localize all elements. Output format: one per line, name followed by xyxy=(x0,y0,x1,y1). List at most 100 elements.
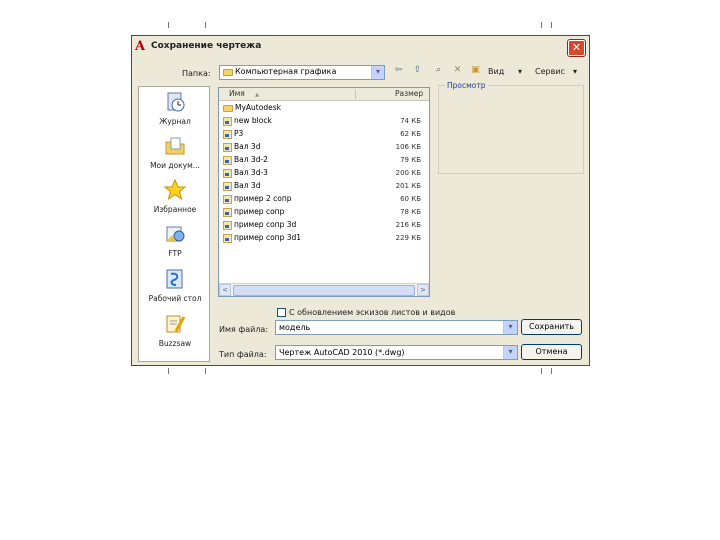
save-drawing-dialog: A Сохранение чертежа ✕ Папка: Компьютерн… xyxy=(131,35,590,366)
slide-tick xyxy=(168,22,169,28)
place-desktop[interactable]: Рабочий стол xyxy=(139,268,211,303)
scroll-thumb[interactable] xyxy=(233,285,415,296)
file-name: Вал 3d-2 xyxy=(234,155,268,164)
list-item[interactable]: Вал 3d-3 200 КБ xyxy=(221,167,427,180)
list-item[interactable]: пример 2 сопр 60 КБ xyxy=(221,193,427,206)
place-label: Рабочий стол xyxy=(148,294,202,303)
folder-icon xyxy=(223,104,233,112)
update-thumbnails-label: С обновлением эскизов листов и видов xyxy=(289,308,456,317)
slide-tick xyxy=(551,22,552,28)
file-name: Вал 3d xyxy=(234,181,261,190)
dwg-file-icon xyxy=(223,129,232,139)
dwg-file-icon xyxy=(223,155,232,165)
list-item[interactable]: MyAutodesk xyxy=(221,102,427,115)
file-name: MyAutodesk xyxy=(235,103,281,112)
tools-menu[interactable]: Сервис xyxy=(535,67,565,76)
views-menu[interactable]: Вид xyxy=(488,67,504,76)
column-header-name[interactable]: Имя ▲ xyxy=(229,89,259,98)
horizontal-scrollbar[interactable]: < > xyxy=(219,283,429,296)
folder-label: Папка: xyxy=(182,69,211,78)
file-size: 201 КБ xyxy=(395,182,421,190)
place-my-documents[interactable]: Мои докум... xyxy=(139,135,211,170)
place-buzzsaw[interactable]: Buzzsaw xyxy=(139,313,211,348)
dwg-file-icon xyxy=(223,207,232,217)
file-size: 60 КБ xyxy=(400,195,421,203)
file-size: 229 КБ xyxy=(395,234,421,242)
dwg-file-icon xyxy=(223,233,232,243)
place-label: Мои докум... xyxy=(150,161,200,170)
column-header-size[interactable]: Размер xyxy=(395,89,423,98)
dwg-file-icon xyxy=(223,220,232,230)
place-label: Избранное xyxy=(153,205,197,214)
update-thumbnails-checkbox[interactable] xyxy=(277,308,286,317)
list-item[interactable]: пример сопр 78 КБ xyxy=(221,206,427,219)
dwg-file-icon xyxy=(223,116,232,126)
list-item[interactable]: Вал 3d 201 КБ xyxy=(221,180,427,193)
views-dropdown-icon[interactable]: ▾ xyxy=(518,67,522,76)
scroll-right-button[interactable]: > xyxy=(417,284,429,296)
file-name: P3 xyxy=(234,129,244,138)
file-name: пример сопр 3d xyxy=(234,220,297,229)
tools-dropdown-icon[interactable]: ▾ xyxy=(573,67,577,76)
file-list[interactable]: Имя ▲ Размер MyAutodesk new block 74 КБ P… xyxy=(218,87,430,297)
autocad-app-icon: A xyxy=(135,39,146,54)
file-list-header: Имя ▲ Размер xyxy=(219,88,429,101)
folder-icon xyxy=(223,69,233,76)
dwg-file-icon xyxy=(223,142,232,152)
slide-tick xyxy=(205,368,206,374)
save-button[interactable]: Сохранить xyxy=(521,319,582,335)
place-ftp[interactable]: FTP xyxy=(139,223,211,258)
slide-tick xyxy=(541,22,542,28)
slide-tick xyxy=(168,368,169,374)
preview-panel: Просмотр xyxy=(438,81,584,174)
slide-tick xyxy=(541,368,542,374)
file-size: 78 КБ xyxy=(400,208,421,216)
folder-value: Компьютерная графика xyxy=(235,67,337,76)
list-item[interactable]: P3 62 КБ xyxy=(221,128,427,141)
chevron-down-icon[interactable]: ▾ xyxy=(371,66,384,79)
place-favorites[interactable]: Избранное xyxy=(139,178,211,214)
list-item[interactable]: пример сопр 3d1 229 КБ xyxy=(221,232,427,245)
file-size: 79 КБ xyxy=(400,156,421,164)
cancel-button[interactable]: Отмена xyxy=(521,344,582,360)
place-label: Журнал xyxy=(159,117,191,126)
title-bar: A Сохранение чертежа ✕ xyxy=(132,36,589,58)
delete-icon[interactable]: ✕ xyxy=(452,65,463,76)
back-icon[interactable]: ⇦ xyxy=(393,65,404,76)
file-name: Вал 3d xyxy=(234,142,261,151)
places-bar: Журнал Мои докум... Избранное FTP Рабочи… xyxy=(138,86,210,362)
file-name: пример сопр 3d1 xyxy=(234,233,302,242)
filetype-value: Чертеж AutoCAD 2010 (*.dwg) xyxy=(279,348,405,357)
close-button[interactable]: ✕ xyxy=(568,40,585,56)
filetype-dropdown-icon[interactable]: ▾ xyxy=(503,346,517,359)
filetype-label: Тип файла: xyxy=(219,350,267,359)
file-size: 106 КБ xyxy=(395,143,421,151)
file-size: 200 КБ xyxy=(395,169,421,177)
file-name: new block xyxy=(234,116,272,125)
list-item[interactable]: Вал 3d 106 КБ xyxy=(221,141,427,154)
filename-dropdown-icon[interactable]: ▾ xyxy=(503,321,517,334)
filename-label: Имя файла: xyxy=(219,325,269,334)
file-size: 216 КБ xyxy=(395,221,421,229)
place-label: Buzzsaw xyxy=(158,339,192,348)
up-folder-icon[interactable]: ⇧ xyxy=(412,65,423,76)
dialog-title: Сохранение чертежа xyxy=(151,41,262,51)
desktop-icon xyxy=(164,268,186,290)
filetype-select[interactable]: Чертеж AutoCAD 2010 (*.dwg) ▾ xyxy=(275,345,518,360)
filename-input[interactable]: модель ▾ xyxy=(275,320,518,335)
search-web-icon[interactable]: ⌕ xyxy=(433,65,444,76)
list-item[interactable]: Вал 3d-2 79 КБ xyxy=(221,154,427,167)
my-documents-icon xyxy=(164,135,186,157)
list-item[interactable]: пример сопр 3d 216 КБ xyxy=(221,219,427,232)
slide-tick xyxy=(205,22,206,28)
list-item[interactable]: new block 74 КБ xyxy=(221,115,427,128)
scroll-left-button[interactable]: < xyxy=(219,284,231,296)
preview-label: Просмотр xyxy=(445,81,488,90)
new-folder-icon[interactable]: ▣ xyxy=(470,65,481,76)
favorites-star-icon xyxy=(163,178,187,201)
folder-combo[interactable]: Компьютерная графика ▾ xyxy=(219,65,385,80)
file-name: пример 2 сопр xyxy=(234,194,292,203)
buzzsaw-icon xyxy=(164,313,186,335)
dwg-file-icon xyxy=(223,181,232,191)
place-history[interactable]: Журнал xyxy=(139,91,211,126)
